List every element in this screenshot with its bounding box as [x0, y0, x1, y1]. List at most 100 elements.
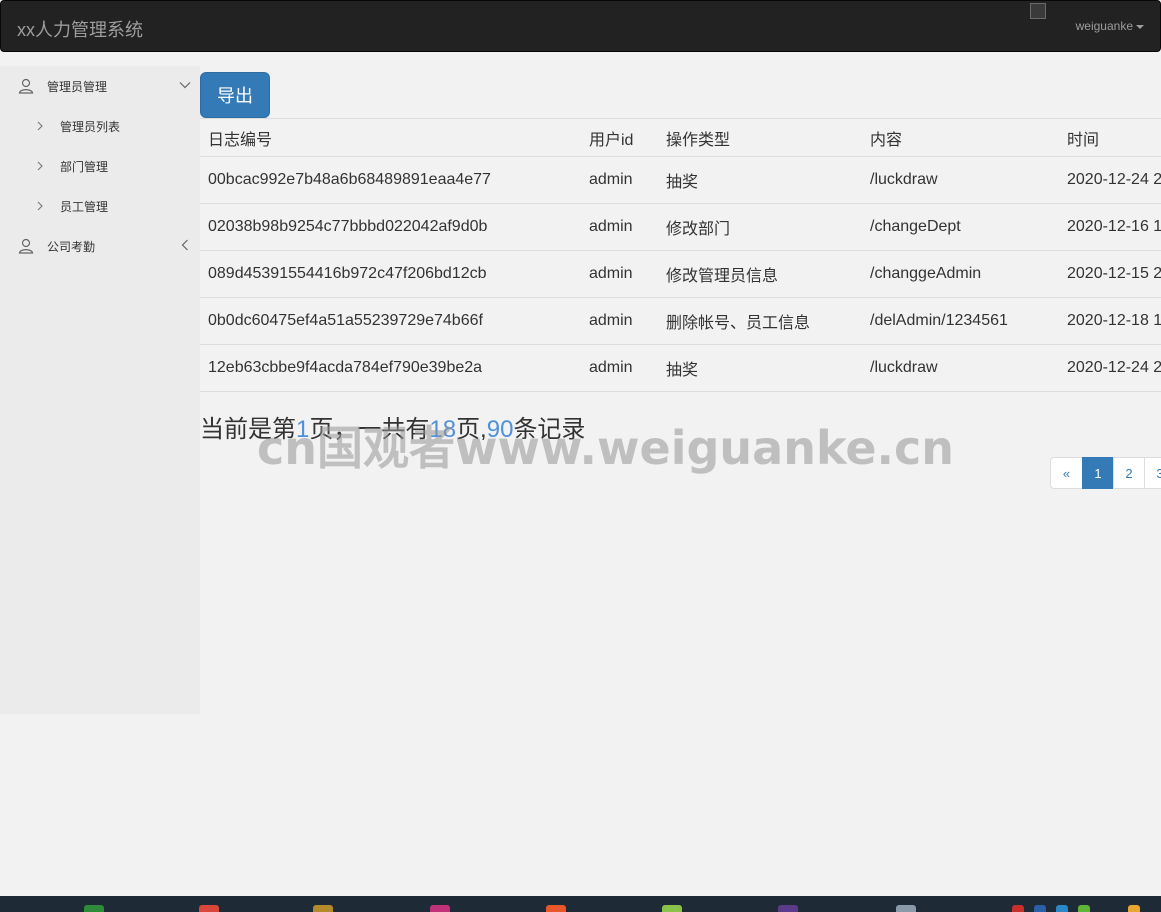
caret-down-icon	[1136, 24, 1144, 29]
taskbar-app[interactable]	[778, 905, 798, 912]
sidebar-item-label: 员工管理	[60, 199, 109, 214]
table-row: 02038b98b9254c77bbbd022042af9d0b admin 修…	[200, 203, 1161, 251]
sidebar-group-label: 管理员管理	[47, 79, 108, 94]
pager-mid: 页，一共有	[309, 416, 430, 443]
taskbar-app[interactable]	[313, 905, 333, 912]
top-navbar: xx人力管理系统 weiguanke	[0, 0, 1161, 52]
app-icon	[84, 905, 104, 912]
pagination-page-2[interactable]: 2	[1113, 457, 1145, 489]
cell-content: /delAdmin/1234561	[862, 297, 1059, 345]
sidebar-item-department-management[interactable]: 部门管理	[0, 146, 200, 186]
cell-log-id: 12eb63cbbe9f4acda784ef790e39be2a	[200, 344, 581, 392]
chevron-right-icon	[37, 161, 43, 171]
table-row: 089d45391554416b972c47f206bd12cb admin 修…	[200, 250, 1161, 298]
cell-operation-type: 修改管理员信息	[658, 250, 862, 298]
sidebar: 管理员管理 管理员列表 部门管理 员工管理 公司考勤	[0, 66, 200, 714]
taskbar-app[interactable]	[896, 905, 916, 912]
cell-time: 2020-12-24 2	[1059, 156, 1161, 204]
pagination-prev-button[interactable]: «	[1050, 457, 1083, 489]
chevron-right-icon	[37, 121, 43, 131]
taskbar-app[interactable]	[84, 905, 104, 912]
cell-operation-type: 抽奖	[658, 344, 862, 392]
cell-user-id: admin	[581, 203, 658, 251]
tray-app-icon	[1078, 905, 1090, 912]
cell-user-id: admin	[581, 250, 658, 298]
sidebar-group-attendance[interactable]: 公司考勤	[0, 226, 200, 266]
cell-time: 2020-12-18 1	[1059, 297, 1161, 345]
taskbar-app[interactable]	[430, 905, 450, 912]
table-row: 12eb63cbbe9f4acda784ef790e39be2a admin 抽…	[200, 344, 1161, 392]
user-icon	[18, 78, 34, 94]
cell-user-id: admin	[581, 297, 658, 345]
cell-user-id: admin	[581, 344, 658, 392]
user-icon	[18, 238, 34, 254]
cell-log-id: 0b0dc60475ef4a51a55239729e74b66f	[200, 297, 581, 345]
cell-user-id: admin	[581, 156, 658, 204]
tray-app-icon	[1034, 905, 1046, 912]
tray-icon[interactable]	[1056, 905, 1068, 912]
app-icon	[199, 905, 219, 912]
app-icon	[546, 905, 566, 912]
cell-time: 2020-12-24 2	[1059, 344, 1161, 392]
chevron-right-icon	[37, 201, 43, 211]
cell-operation-type: 修改部门	[658, 203, 862, 251]
table-header-row: 日志编号 用户id 操作类型 内容 时间	[200, 118, 1161, 157]
cell-content: /luckdraw	[862, 344, 1059, 392]
current-page-number: 1	[296, 416, 310, 443]
sidebar-group-label: 公司考勤	[47, 239, 96, 254]
table-row: 00bcac992e7b48a6b68489891eaa4e77 admin 抽…	[200, 156, 1161, 204]
pager-mid2: 页,	[456, 416, 487, 443]
pager-summary: 当前是第1页，一共有18页,90条记录	[200, 409, 585, 444]
taskbar-app[interactable]	[662, 905, 682, 912]
taskbar-app[interactable]	[199, 905, 219, 912]
username-label: weiguanke	[1075, 19, 1133, 33]
cell-content: /luckdraw	[862, 156, 1059, 204]
taskbar	[0, 896, 1161, 912]
column-header-content: 内容	[862, 118, 1059, 157]
chevron-left-icon	[181, 239, 188, 251]
log-table: 日志编号 用户id 操作类型 内容 时间 00bcac992e7b48a6b68…	[200, 118, 1161, 392]
cell-operation-type: 抽奖	[658, 156, 862, 204]
cell-content: /changeDept	[862, 203, 1059, 251]
sidebar-item-label: 部门管理	[60, 159, 109, 174]
pagination-page-3[interactable]: 3	[1144, 457, 1161, 489]
app-icon	[430, 905, 450, 912]
export-button[interactable]: 导出	[200, 72, 270, 118]
sidebar-item-employee-management[interactable]: 员工管理	[0, 186, 200, 226]
taskbar-app[interactable]	[546, 905, 566, 912]
sidebar-item-admin-list[interactable]: 管理员列表	[0, 106, 200, 146]
total-records-number: 90	[486, 416, 514, 443]
column-header-user-id: 用户id	[581, 118, 658, 157]
column-header-operation-type: 操作类型	[658, 118, 862, 157]
column-header-log-id: 日志编号	[200, 118, 581, 157]
tray-app-icon	[1056, 905, 1068, 912]
cell-log-id: 089d45391554416b972c47f206bd12cb	[200, 250, 581, 298]
cell-log-id: 02038b98b9254c77bbbd022042af9d0b	[200, 203, 581, 251]
avatar	[1030, 3, 1046, 19]
cell-time: 2020-12-16 1	[1059, 203, 1161, 251]
cell-operation-type: 删除帐号、员工信息	[658, 297, 862, 345]
user-dropdown[interactable]: weiguanke	[1076, 19, 1144, 33]
pagination-page-1[interactable]: 1	[1082, 457, 1114, 489]
tray-app-icon	[1128, 905, 1140, 912]
total-pages-number: 18	[429, 416, 457, 443]
tray-icon[interactable]	[1034, 905, 1046, 912]
tray-icon[interactable]	[1078, 905, 1090, 912]
sidebar-item-label: 管理员列表	[60, 119, 121, 134]
cell-content: /changgeAdmin	[862, 250, 1059, 298]
pager-prefix: 当前是第	[200, 416, 296, 443]
cell-time: 2020-12-15 2	[1059, 250, 1161, 298]
app-icon	[662, 905, 682, 912]
pager-suffix: 条记录	[513, 416, 586, 443]
table-row: 0b0dc60475ef4a51a55239729e74b66f admin 删…	[200, 297, 1161, 345]
cell-log-id: 00bcac992e7b48a6b68489891eaa4e77	[200, 156, 581, 204]
app-icon	[313, 905, 333, 912]
app-icon	[778, 905, 798, 912]
brand-title[interactable]: xx人力管理系统	[17, 16, 143, 42]
tray-icon[interactable]	[1012, 905, 1024, 912]
tray-app-icon	[1012, 905, 1024, 912]
sidebar-group-admin-management[interactable]: 管理员管理	[0, 66, 200, 106]
column-header-time: 时间	[1059, 118, 1161, 157]
tray-icon[interactable]	[1128, 905, 1140, 912]
chevron-down-icon	[179, 82, 191, 89]
